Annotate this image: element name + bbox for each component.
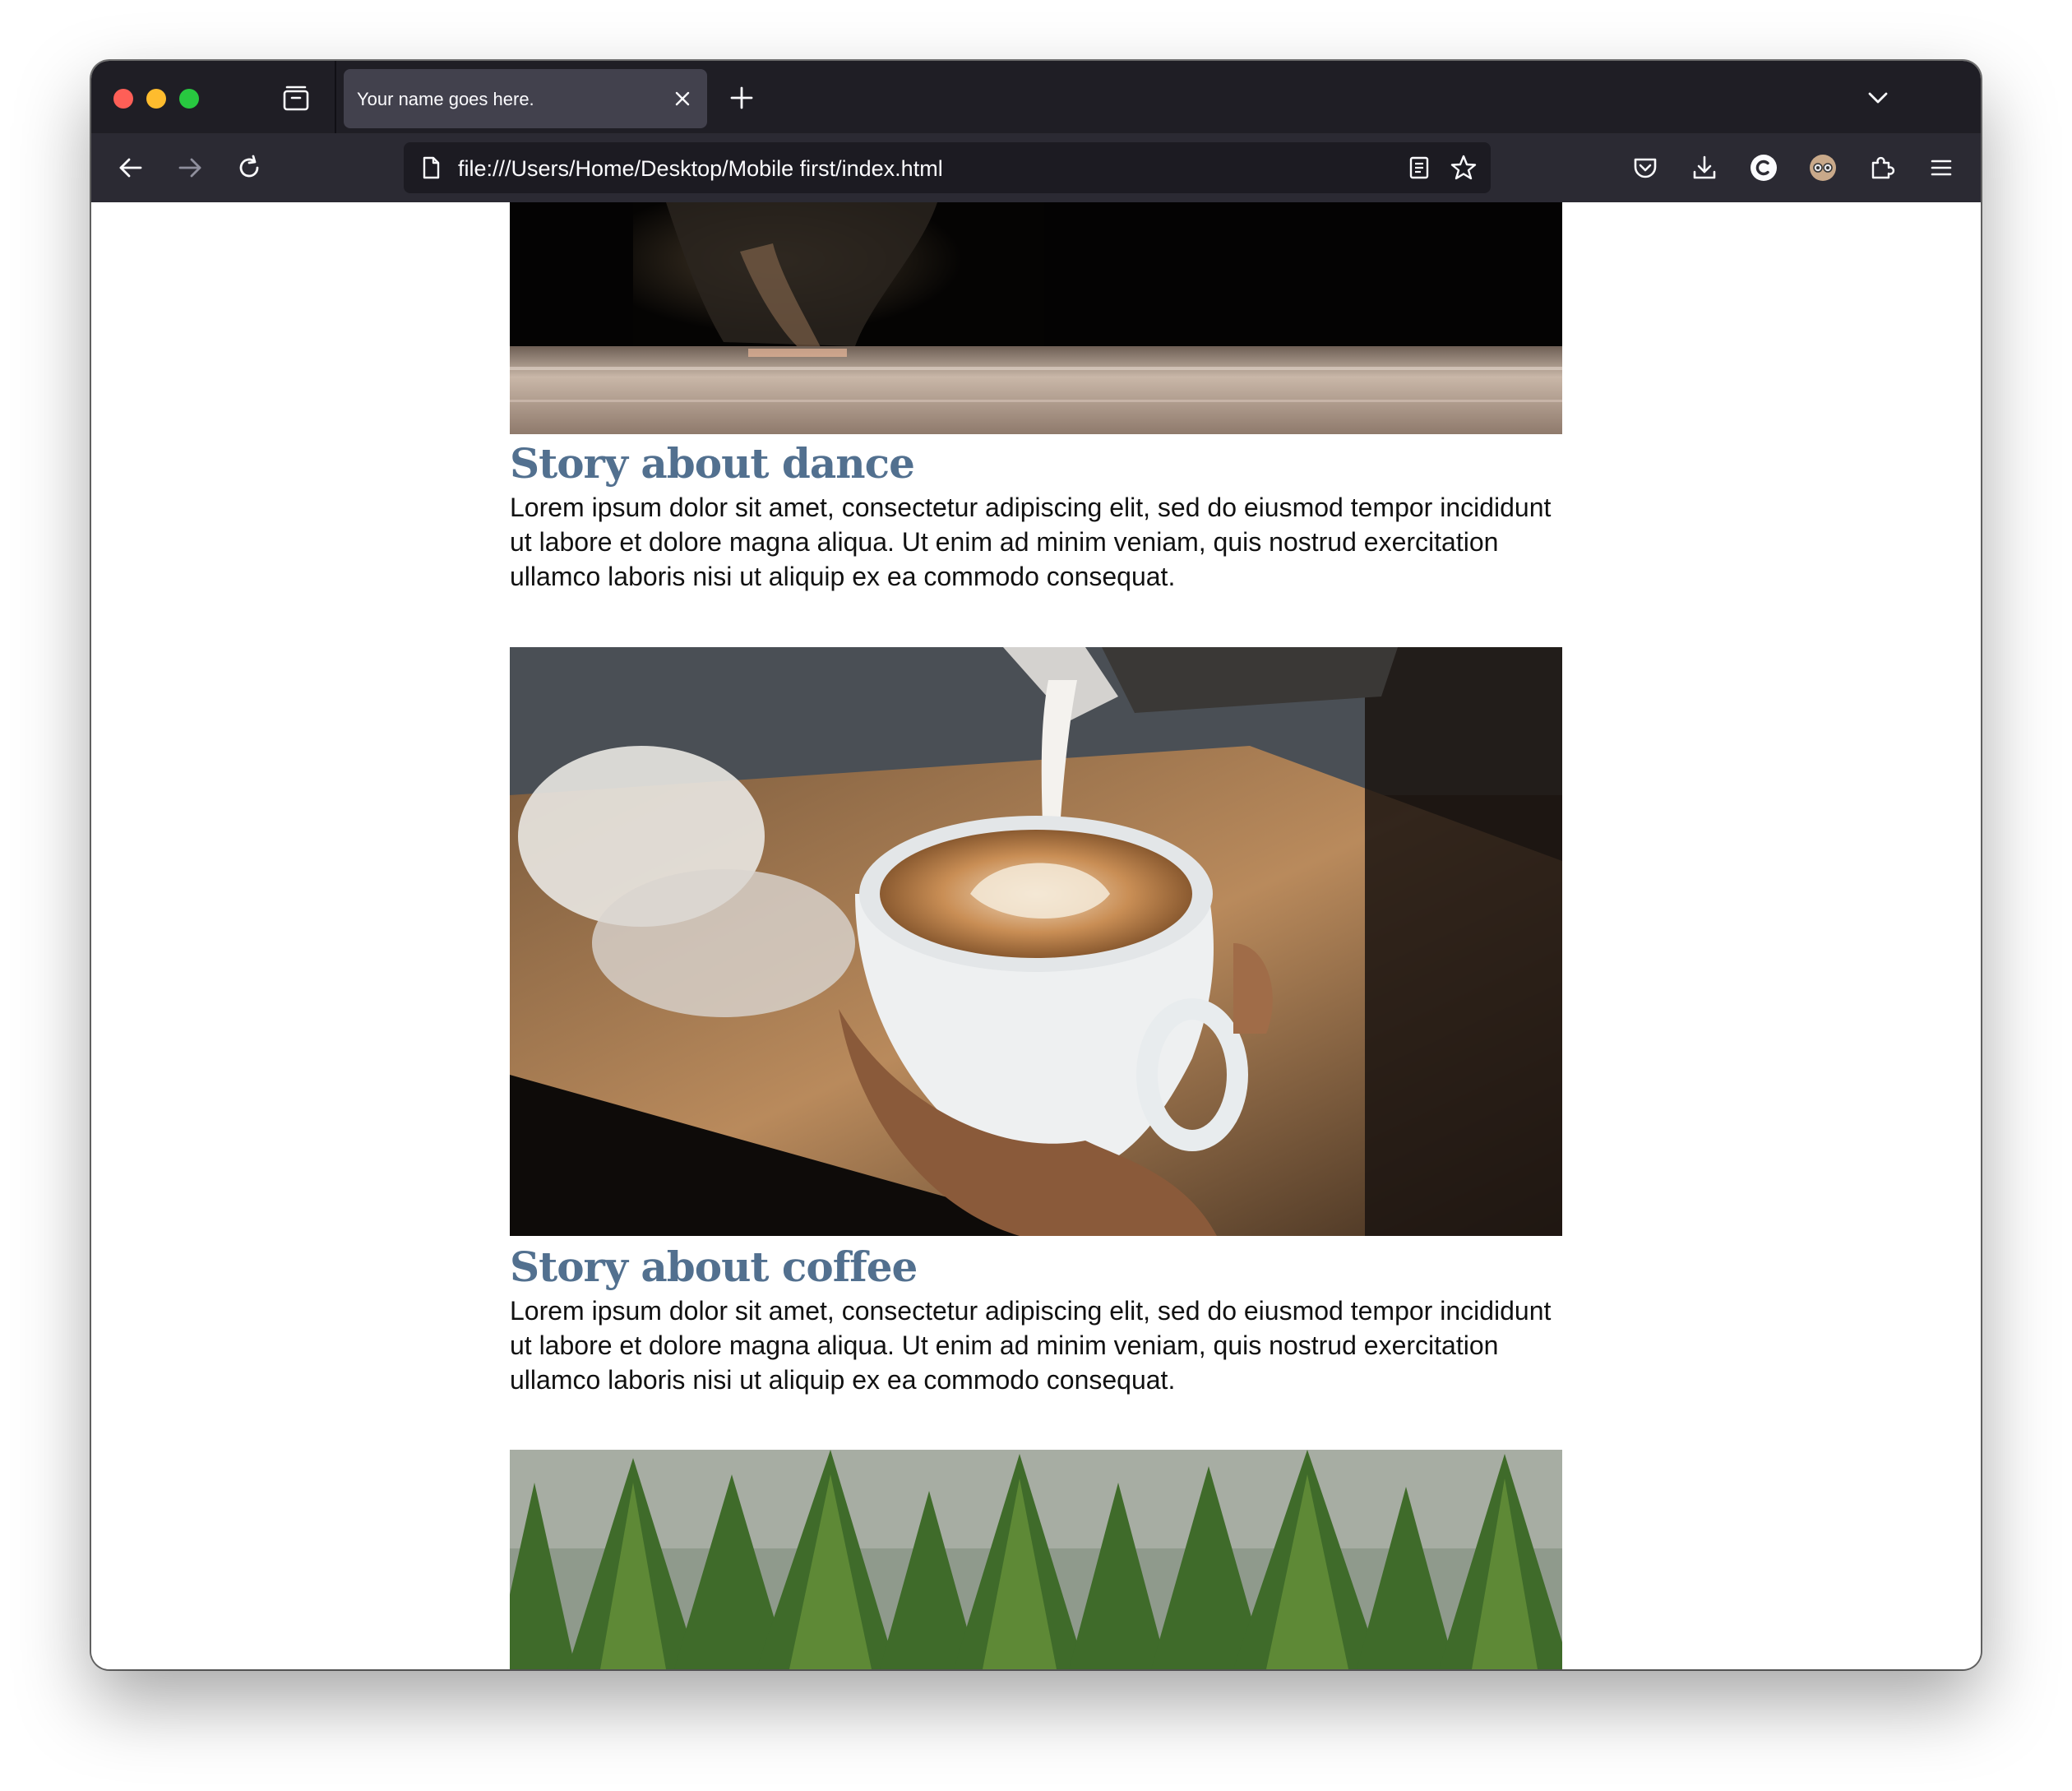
tab-list-icon[interactable] xyxy=(282,84,310,112)
download-icon[interactable] xyxy=(1688,151,1721,184)
url-bar[interactable]: file:///Users/Home/Desktop/Mobile first/… xyxy=(404,142,1491,193)
tab-title: Your name goes here. xyxy=(357,89,534,109)
browser-window: Your name goes here. file:///Users/Home/… xyxy=(91,61,1981,1669)
pine-forest-photo xyxy=(510,1450,1562,1669)
window-minimize-button[interactable] xyxy=(146,89,166,109)
bookmark-star-icon[interactable] xyxy=(1450,154,1478,182)
tab-strip: Your name goes here. xyxy=(91,61,1981,133)
reader-view-icon[interactable] xyxy=(1407,155,1431,180)
navigation-toolbar: file:///Users/Home/Desktop/Mobile first/… xyxy=(91,133,1981,202)
reload-icon[interactable] xyxy=(233,151,266,184)
stories-column: Story about dance Lorem ipsum dolor sit … xyxy=(510,202,1562,1669)
pocket-icon[interactable] xyxy=(1629,151,1662,184)
tab-close-icon[interactable] xyxy=(673,89,692,109)
new-tab-plus-icon[interactable] xyxy=(729,86,754,110)
story-title: Story about coffee xyxy=(510,1243,918,1291)
extension-avatar-icon[interactable] xyxy=(1806,151,1839,184)
hamburger-menu-icon[interactable] xyxy=(1925,151,1958,184)
profile-c-icon[interactable] xyxy=(1747,151,1780,184)
story-title: Story about dance xyxy=(510,439,915,488)
story-body: Lorem ipsum dolor sit amet, consectetur … xyxy=(510,493,1552,591)
story-body: Lorem ipsum dolor sit amet, consectetur … xyxy=(510,1296,1552,1395)
back-arrow-icon[interactable] xyxy=(114,151,147,184)
url-text[interactable]: file:///Users/Home/Desktop/Mobile first/… xyxy=(458,156,943,182)
tab-separator xyxy=(335,61,336,133)
tab-active[interactable]: Your name goes here. xyxy=(344,69,707,128)
chevron-down-icon[interactable] xyxy=(1866,86,1890,110)
extensions-puzzle-icon[interactable] xyxy=(1866,151,1899,184)
document-icon xyxy=(419,155,443,180)
dance-photo xyxy=(510,202,1562,434)
window-close-button[interactable] xyxy=(113,89,133,109)
coffee-latte-photo xyxy=(510,647,1562,1236)
window-maximize-button[interactable] xyxy=(179,89,199,109)
forward-arrow-icon[interactable] xyxy=(173,151,206,184)
page-content: Story about dance Lorem ipsum dolor sit … xyxy=(91,202,1981,1669)
